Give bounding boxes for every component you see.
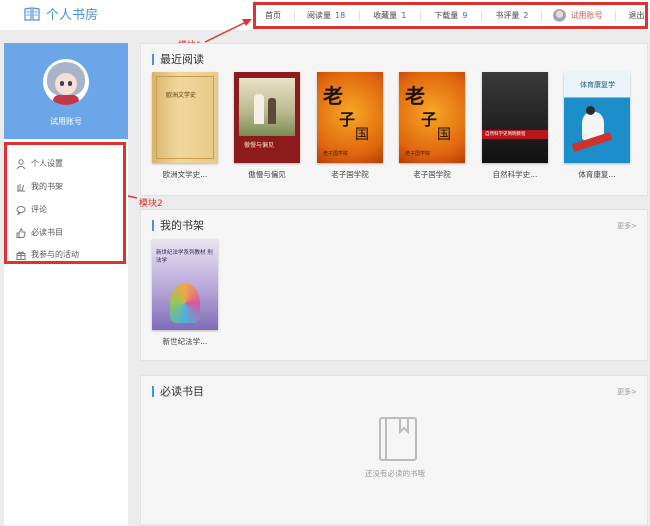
required-reading-title: 必读书目: [152, 383, 204, 399]
sidebar-item-label: 个人设置: [31, 159, 63, 168]
section-title: 最近阅读: [160, 53, 204, 66]
cover-text: 傲慢与偏见: [244, 142, 275, 149]
bookshelf-title: 我的书架: [152, 217, 204, 233]
sidebar-item-required-reading[interactable]: 必读书目: [16, 227, 63, 238]
recent-reading-title: 最近阅读: [152, 51, 204, 67]
nav-divider: [359, 10, 361, 21]
book-cover: 老 子 国 老子国学院: [399, 72, 465, 163]
section-title: 我的书架: [160, 219, 204, 232]
sidebar-item-bookshelf[interactable]: 我的书架: [16, 181, 63, 192]
nav-user-account[interactable]: 试用账号: [553, 5, 602, 26]
required-reading-panel: 必读书目 更多> 还没有必读的书哦: [140, 375, 648, 525]
sidebar-item-label: 必读书目: [31, 228, 63, 237]
top-header: 个人书房 首页 阅读量 18 收藏量 1 下载量 9 书评量 2 试用账号 退出: [0, 0, 650, 30]
user-avatar-icon: [553, 9, 567, 22]
book-cover: 傲慢与偏见: [234, 72, 300, 163]
nav-divider: [481, 10, 483, 21]
user-icon: [16, 158, 26, 169]
nav-divider: [615, 10, 617, 21]
user-name: 试用账号: [570, 11, 603, 20]
profile-card: 试用账号: [4, 43, 128, 139]
brand[interactable]: 个人书房: [24, 4, 98, 23]
nav-divider: [420, 10, 422, 21]
reads-count: 18: [335, 11, 346, 20]
recent-reading-panel: 最近阅读 欧洲文学史 欧洲文学史... 傲慢与偏见 傲慢与偏见 老 子 国 老子…: [140, 43, 648, 196]
sidebar-item-label: 我的书架: [31, 182, 63, 191]
empty-state-text: 还没有必读的书哦: [365, 469, 425, 478]
cover-text: 老子国学院: [405, 151, 431, 157]
favorites-count: 1: [401, 11, 407, 20]
gift-icon: [16, 250, 26, 260]
profile-username: 试用账号: [50, 117, 82, 126]
downloads-label: 下载量: [434, 11, 459, 20]
bookshelf-icon: [17, 183, 25, 191]
book-title: 新世纪法学...: [162, 337, 208, 346]
cover-text: 老子国学院: [323, 151, 349, 157]
nav-favorites[interactable]: 收藏量 1: [373, 5, 406, 26]
top-nav-bar: 首页 阅读量 18 收藏量 1 下载量 9 书评量 2 试用账号 退出: [253, 2, 648, 29]
annotation-module-2: 模块2: [139, 199, 163, 209]
sidebar-item-label: 评论: [31, 205, 47, 214]
book-title: 自然科学史...: [492, 170, 538, 179]
required-more-link[interactable]: 更多>: [617, 387, 637, 397]
nav-reviews[interactable]: 书评量 2: [495, 5, 528, 26]
cover-text: 体育康复学: [580, 81, 615, 89]
book-cover: 体育康复学: [564, 72, 630, 163]
comment-icon: [16, 205, 26, 215]
favorites-label: 收藏量: [373, 11, 398, 20]
book-cover: 欧洲文学史: [152, 72, 218, 163]
book-cover: 老 子 国 老子国学院: [317, 72, 383, 163]
nav-home-link[interactable]: 首页: [265, 5, 281, 26]
cover-text: 新世纪法学系列教材 刑法学: [156, 250, 213, 264]
open-book-icon: [24, 6, 40, 21]
logout-label: 退出: [628, 11, 645, 20]
cover-text: 欧洲文学史: [166, 92, 197, 99]
book-cover: 新世纪法学系列教材 刑法学: [152, 239, 218, 330]
book-title: 体育康复...: [578, 170, 616, 179]
cover-text: 自然科学史简明教程: [485, 132, 526, 137]
nav-divider: [541, 10, 543, 21]
my-bookshelf-panel: 我的书架 更多> 新世纪法学系列教材 刑法学 新世纪法学...: [140, 209, 648, 361]
logout-link[interactable]: 退出: [628, 5, 644, 26]
nav-downloads[interactable]: 下载量 9: [434, 5, 467, 26]
reviews-count: 2: [523, 11, 529, 20]
nav-home-label: 首页: [265, 11, 281, 20]
left-sidebar: 试用账号: [4, 43, 128, 525]
book-cover: 自然科学史简明教程: [482, 72, 548, 163]
page-title: 个人书房: [46, 8, 99, 23]
nav-reads[interactable]: 阅读量 18: [307, 5, 345, 26]
reads-label: 阅读量: [307, 11, 331, 20]
sidebar-item-activities[interactable]: 我参与的活动: [16, 249, 79, 260]
downloads-count: 9: [462, 11, 468, 20]
avatar[interactable]: [43, 59, 89, 105]
book-title: 傲慢与偏见: [248, 170, 286, 179]
sidebar-item-settings[interactable]: 个人设置: [16, 158, 63, 169]
section-title: 必读书目: [160, 385, 204, 398]
nav-divider: [294, 10, 295, 21]
book-title: 老子国学院: [331, 170, 369, 179]
sidebar-item-label: 我参与的活动: [31, 250, 79, 259]
reviews-label: 书评量: [495, 11, 520, 20]
book-title: 老子国学院: [413, 170, 451, 179]
book-title: 欧洲文学史...: [162, 170, 208, 179]
bookshelf-more-link[interactable]: 更多>: [617, 221, 637, 231]
thumbs-up-icon: [16, 227, 26, 238]
empty-book-icon: [379, 417, 417, 461]
sidebar-menu: 个人设置 我的书架 评论 必读书目 我参与的活动: [4, 142, 126, 264]
sidebar-item-comments[interactable]: 评论: [16, 204, 47, 215]
